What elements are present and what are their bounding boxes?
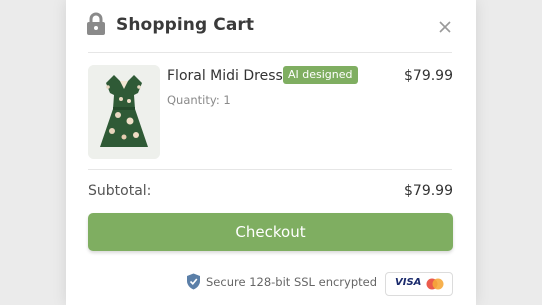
ai-designed-badge: AI designed <box>283 66 358 84</box>
product-image[interactable] <box>88 65 160 159</box>
page-background-left <box>0 0 66 305</box>
visa-logo: VISA <box>395 277 422 288</box>
floral-dress-image <box>88 65 160 159</box>
mastercard-icon <box>426 278 444 290</box>
cart-title: Shopping Cart <box>116 15 255 35</box>
page-background-right <box>476 0 542 305</box>
cart-header: Shopping Cart <box>66 0 476 52</box>
close-icon[interactable] <box>438 20 452 34</box>
product-name[interactable]: Floral Midi Dress <box>167 68 283 84</box>
subtotal-value: $79.99 <box>404 183 453 199</box>
lock-icon <box>87 12 105 35</box>
item-quantity: Quantity: 1 <box>167 93 231 107</box>
shield-icon <box>187 273 200 290</box>
item-price: $79.99 <box>404 68 453 84</box>
security-text: Secure 128-bit SSL encrypted <box>206 275 378 289</box>
payment-methods: VISA <box>385 272 453 296</box>
header-divider <box>88 52 452 53</box>
checkout-button[interactable]: Checkout <box>88 213 453 251</box>
cart-panel: Shopping Cart Floral Midi Dress AI desig… <box>66 0 476 305</box>
items-divider <box>88 169 452 170</box>
subtotal-label: Subtotal: <box>88 183 152 199</box>
